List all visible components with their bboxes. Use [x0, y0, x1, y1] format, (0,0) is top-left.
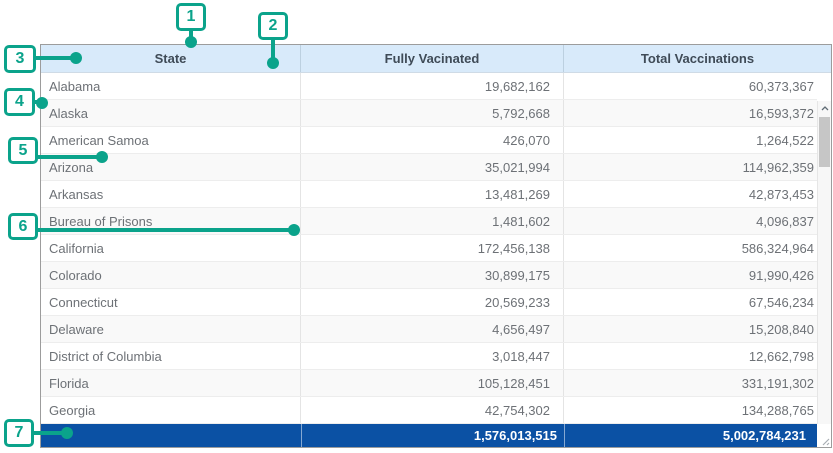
- state-cell: American Samoa: [41, 127, 301, 153]
- column-header-fully-vaccinated[interactable]: Fully Vacinated: [301, 45, 564, 72]
- callout-number: 7: [15, 425, 24, 441]
- state-cell: Delaware: [41, 316, 301, 342]
- column-header-label: Fully Vacinated: [385, 51, 480, 66]
- state-cell: Bureau of Prisons: [41, 208, 301, 234]
- fully-cell: 30,899,175: [301, 262, 564, 288]
- total-cell: 60,373,367: [564, 73, 817, 99]
- fully-cell: 172,456,138: [301, 235, 564, 261]
- total-cell: 586,324,964: [564, 235, 817, 261]
- total-cell: 91,990,426: [564, 262, 817, 288]
- total-cell: 67,546,234: [564, 289, 817, 315]
- table-row[interactable]: Alabama19,682,16260,373,367: [41, 73, 817, 100]
- state-cell: Connecticut: [41, 289, 301, 315]
- state-cell: Colorado: [41, 262, 301, 288]
- table-header-row: State Fully Vacinated Total Vaccinations: [41, 45, 831, 73]
- table-row[interactable]: Connecticut20,569,23367,546,234: [41, 289, 817, 316]
- total-cell: 331,191,302: [564, 370, 817, 396]
- table-row[interactable]: Bureau of Prisons1,481,6024,096,837: [41, 208, 817, 235]
- summary-total-vaccinations-cell: 5,002,784,231: [564, 424, 817, 447]
- fully-cell: 13,481,269: [301, 181, 564, 207]
- callout-box-2: 2: [258, 12, 288, 40]
- callout-number: 3: [16, 51, 25, 67]
- fully-cell: 1,481,602: [301, 208, 564, 234]
- attribute-table: State Fully Vacinated Total Vaccinations…: [40, 44, 832, 448]
- state-cell: Alaska: [41, 100, 301, 126]
- callout-number: 5: [19, 143, 28, 159]
- table-row[interactable]: American Samoa426,0701,264,522: [41, 127, 817, 154]
- scroll-up-button[interactable]: [818, 101, 831, 116]
- table-row[interactable]: Delaware4,656,49715,208,840: [41, 316, 817, 343]
- summary-fully-vaccinated-cell: 1,576,013,515: [301, 424, 564, 447]
- table-row[interactable]: District of Columbia3,018,44712,662,798: [41, 343, 817, 370]
- resize-handle-icon: [821, 437, 830, 446]
- column-header-total-vaccinations[interactable]: Total Vaccinations: [564, 45, 831, 72]
- fully-cell: 19,682,162: [301, 73, 564, 99]
- summary-state-cell: [41, 424, 301, 447]
- callout-number: 6: [19, 219, 28, 235]
- callout-box-6: 6: [8, 213, 38, 240]
- table-row[interactable]: Arkansas13,481,26942,873,453: [41, 181, 817, 208]
- fully-cell: 3,018,447: [301, 343, 564, 369]
- fully-cell: 20,569,233: [301, 289, 564, 315]
- callout-box-1: 1: [176, 3, 206, 31]
- table-body: Alabama19,682,16260,373,367Alaska5,792,6…: [41, 73, 831, 424]
- fully-cell: 4,656,497: [301, 316, 564, 342]
- table-row[interactable]: California172,456,138586,324,964: [41, 235, 817, 262]
- table-row[interactable]: Colorado30,899,17591,990,426: [41, 262, 817, 289]
- callout-number: 4: [15, 94, 24, 110]
- column-header-label: State: [155, 51, 187, 66]
- scroll-corner: [817, 424, 831, 447]
- callout-box-4: 4: [4, 88, 35, 116]
- scrollbar-thumb[interactable]: [819, 117, 830, 167]
- callout-box-5: 5: [8, 137, 38, 164]
- callout-box-3: 3: [4, 45, 36, 73]
- page: State Fully Vacinated Total Vaccinations…: [0, 0, 833, 453]
- callout-box-7: 7: [4, 419, 34, 447]
- state-cell: Arkansas: [41, 181, 301, 207]
- vertical-scrollbar[interactable]: [817, 101, 831, 424]
- table-row[interactable]: Florida105,128,451331,191,302: [41, 370, 817, 397]
- state-cell: Alabama: [41, 73, 301, 99]
- fully-cell: 105,128,451: [301, 370, 564, 396]
- callout-number: 1: [187, 9, 196, 25]
- total-cell: 42,873,453: [564, 181, 817, 207]
- column-header-state[interactable]: State: [41, 45, 301, 72]
- fully-cell: 35,021,994: [301, 154, 564, 180]
- callout-number: 2: [269, 18, 278, 34]
- state-cell: Florida: [41, 370, 301, 396]
- total-cell: 4,096,837: [564, 208, 817, 234]
- callout-line-1: [189, 29, 193, 44]
- fully-cell: 42,754,302: [301, 397, 564, 423]
- total-cell: 16,593,372: [564, 100, 817, 126]
- state-cell: District of Columbia: [41, 343, 301, 369]
- total-cell: 114,962,359: [564, 154, 817, 180]
- fully-cell: 426,070: [301, 127, 564, 153]
- state-cell: California: [41, 235, 301, 261]
- table-row[interactable]: Arizona35,021,994114,962,359: [41, 154, 817, 181]
- total-cell: 1,264,522: [564, 127, 817, 153]
- state-cell: Arizona: [41, 154, 301, 180]
- summary-row: 1,576,013,515 5,002,784,231: [41, 424, 817, 447]
- state-cell: Georgia: [41, 397, 301, 423]
- chevron-up-icon: [821, 106, 829, 111]
- fully-cell: 5,792,668: [301, 100, 564, 126]
- table-row[interactable]: Georgia42,754,302134,288,765: [41, 397, 817, 424]
- total-cell: 134,288,765: [564, 397, 817, 423]
- total-cell: 12,662,798: [564, 343, 817, 369]
- table-row[interactable]: Alaska5,792,66816,593,372: [41, 100, 817, 127]
- total-cell: 15,208,840: [564, 316, 817, 342]
- column-header-label: Total Vaccinations: [641, 51, 754, 66]
